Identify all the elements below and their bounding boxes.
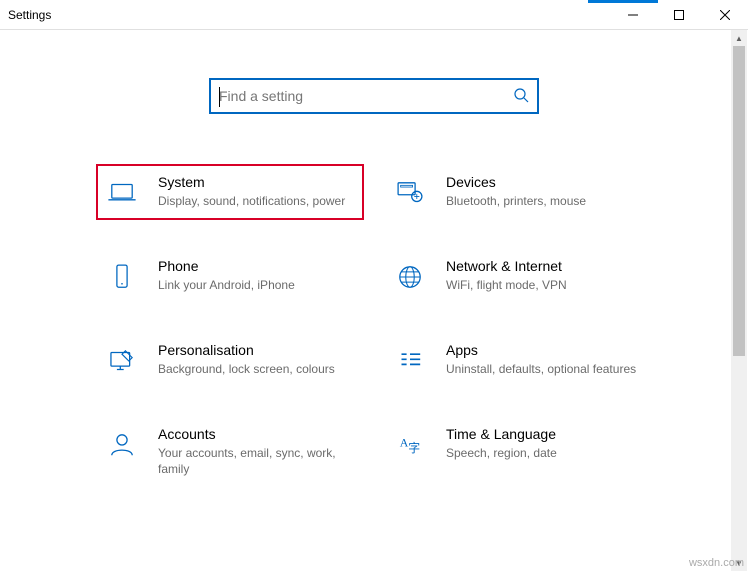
settings-grid: System Display, sound, notifications, po… <box>100 168 648 513</box>
maximize-button[interactable] <box>656 0 702 30</box>
tile-title: System <box>158 174 358 190</box>
tile-desc: Bluetooth, printers, mouse <box>446 193 646 209</box>
tile-desc: Display, sound, notifications, power <box>158 193 358 209</box>
devices-icon <box>390 174 430 210</box>
tile-title: Time & Language <box>446 426 646 442</box>
tile-title: Personalisation <box>158 342 358 358</box>
search-box[interactable] <box>209 78 539 114</box>
settings-home: System Display, sound, notifications, po… <box>0 30 748 571</box>
watermark: wsxdn.com <box>689 557 744 569</box>
titlebar: Settings <box>0 0 748 30</box>
close-icon <box>720 10 730 20</box>
tile-desc: Background, lock screen, colours <box>158 361 358 377</box>
language-icon: A字 <box>390 426 430 477</box>
tile-personalisation[interactable]: Personalisation Background, lock screen,… <box>100 336 360 384</box>
tile-desc: Link your Android, iPhone <box>158 277 358 293</box>
svg-text:A: A <box>400 436 409 450</box>
tile-system[interactable]: System Display, sound, notifications, po… <box>100 168 360 216</box>
scrollbar-thumb[interactable] <box>733 46 745 356</box>
tile-title: Accounts <box>158 426 358 442</box>
tile-desc: WiFi, flight mode, VPN <box>446 277 646 293</box>
search-container <box>0 78 748 114</box>
scroll-up-icon[interactable]: ▲ <box>731 30 747 46</box>
laptop-icon <box>102 174 142 210</box>
tile-title: Phone <box>158 258 358 274</box>
tile-phone[interactable]: Phone Link your Android, iPhone <box>100 252 360 300</box>
apps-icon <box>390 342 430 378</box>
tile-apps[interactable]: Apps Uninstall, defaults, optional featu… <box>388 336 648 384</box>
scrollbar[interactable]: ▲ ▼ <box>731 30 747 571</box>
tile-desc: Speech, region, date <box>446 445 646 461</box>
phone-icon <box>102 258 142 294</box>
search-icon <box>513 87 529 106</box>
window-controls <box>610 0 748 29</box>
titlebar-accent <box>588 0 658 3</box>
person-icon <box>102 426 142 477</box>
search-input[interactable] <box>219 80 513 112</box>
tile-desc: Uninstall, defaults, optional features <box>446 361 646 377</box>
tile-network[interactable]: Network & Internet WiFi, flight mode, VP… <box>388 252 648 300</box>
close-button[interactable] <box>702 0 748 30</box>
tile-devices[interactable]: Devices Bluetooth, printers, mouse <box>388 168 648 216</box>
window-title: Settings <box>8 8 51 22</box>
tile-title: Devices <box>446 174 646 190</box>
tile-title: Network & Internet <box>446 258 646 274</box>
minimize-button[interactable] <box>610 0 656 30</box>
personalise-icon <box>102 342 142 378</box>
text-caret <box>219 87 220 107</box>
maximize-icon <box>674 10 684 20</box>
tile-time-language[interactable]: A字 Time & Language Speech, region, date <box>388 420 648 483</box>
tile-desc: Your accounts, email, sync, work, family <box>158 445 358 477</box>
svg-text:字: 字 <box>408 441 420 455</box>
tile-title: Apps <box>446 342 646 358</box>
globe-icon <box>390 258 430 294</box>
tile-accounts[interactable]: Accounts Your accounts, email, sync, wor… <box>100 420 360 483</box>
minimize-icon <box>628 10 638 20</box>
